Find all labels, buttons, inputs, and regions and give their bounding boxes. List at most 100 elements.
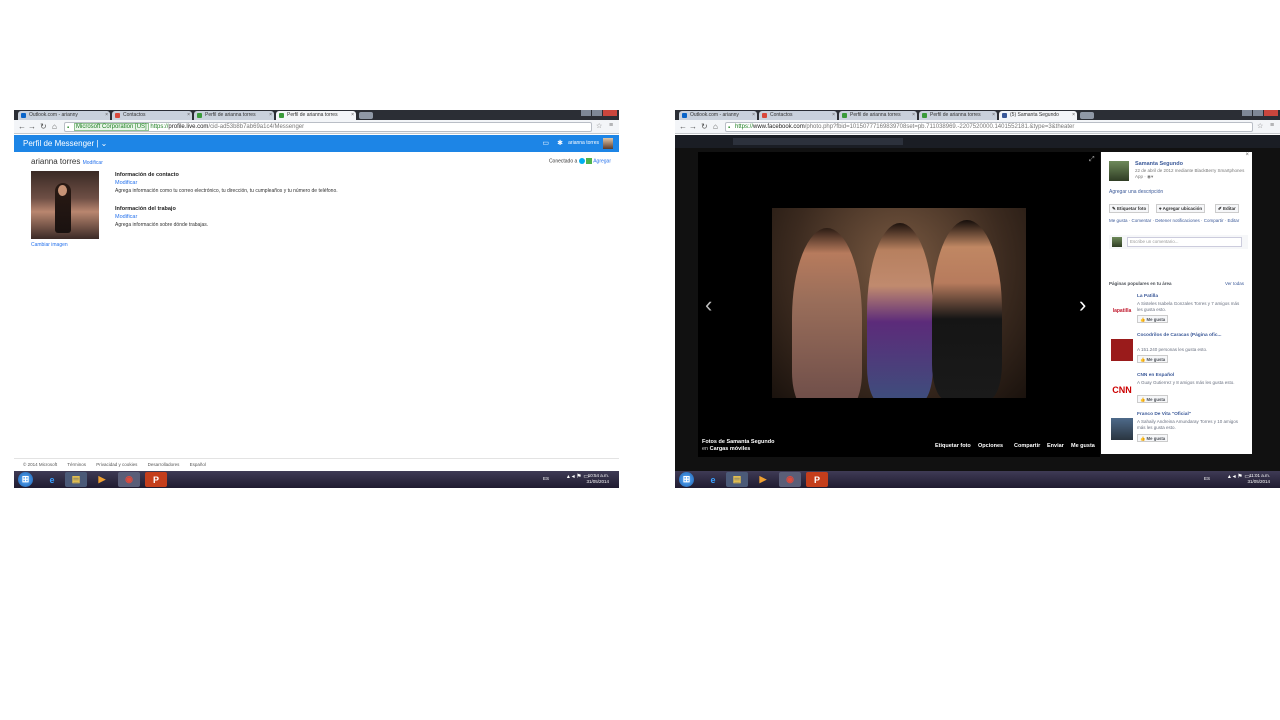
close-icon[interactable]: × [1245,152,1249,158]
powerpoint-icon[interactable]: P [806,472,828,487]
chrome-icon[interactable]: ◉ [118,472,140,487]
comment-input[interactable]: Escribe un comentario... [1127,237,1242,247]
back-icon[interactable]: ← [18,122,26,131]
close-tab-icon[interactable]: × [269,111,272,120]
address-bar[interactable]: ▪ Microsoft Corporation [US] https://prof… [64,122,592,132]
close-tab-icon[interactable]: × [1072,111,1075,120]
language-link[interactable]: Español [190,462,206,467]
language-indicator[interactable]: ES [543,476,549,482]
close-tab-icon[interactable]: × [912,111,915,120]
tab-profile-2[interactable]: Perfil de arianna torres × [919,111,997,120]
cnn-logo-icon[interactable]: CNN [1111,379,1133,401]
change-image-link[interactable]: Cambiar imagen [31,242,68,248]
see-all-link[interactable]: Ver todas [1225,281,1244,286]
close-tab-icon[interactable]: × [832,111,835,120]
lapatilla-logo-icon[interactable]: lapatilla [1111,300,1133,322]
minimize-button[interactable] [581,110,591,116]
messaging-icon[interactable]: ▭ [542,139,549,147]
forward-icon[interactable]: → [28,122,36,131]
send-action[interactable]: Enviar [1047,443,1064,449]
bookmark-star-icon[interactable]: ☆ [1257,122,1263,130]
app-title[interactable]: Perfil de Messenger | ⌄ [23,139,107,148]
new-tab-button[interactable] [359,112,373,119]
album-owner-link[interactable]: Fotos de Samanta Segundo [702,439,774,446]
page-name-link[interactable]: La Patilla [1137,294,1249,300]
share-action[interactable]: Compartir [1014,443,1040,449]
add-description-link[interactable]: Agregar una descripción [1109,189,1163,195]
menu-icon[interactable]: ≡ [609,122,613,129]
francodevita-photo-icon[interactable] [1111,418,1133,440]
page-name-link[interactable]: Franco De Vita "Oficial" [1137,412,1249,418]
media-player-icon[interactable]: ▶ [91,472,113,487]
poster-avatar[interactable] [1109,161,1129,181]
skype-icon[interactable] [578,158,585,164]
cocodrilos-logo-icon[interactable] [1111,339,1133,361]
next-photo-icon[interactable]: › [1079,292,1086,318]
close-tab-icon[interactable]: × [351,111,354,120]
close-tab-icon[interactable]: × [105,111,108,120]
tab-facebook[interactable]: (5) Samanta Segundo × [999,111,1077,120]
edit-name-link[interactable]: Modificar [83,160,103,166]
powerpoint-icon[interactable]: P [145,472,167,487]
home-icon[interactable]: ⌂ [52,122,57,131]
chrome-icon[interactable]: ◉ [779,472,801,487]
start-button[interactable]: ⊞ [18,472,33,487]
photo[interactable] [772,208,1026,398]
bookmark-star-icon[interactable]: ☆ [596,122,602,130]
work-edit-link[interactable]: Modificar [115,214,137,220]
tag-photo-action[interactable]: Etiquetar foto [935,443,971,449]
home-icon[interactable]: ⌂ [713,122,718,131]
like-page-button[interactable]: 👍 Me gusta [1137,355,1169,363]
language-indicator[interactable]: ES [1204,476,1210,482]
user-name[interactable]: arianna torres [568,140,599,146]
like-page-button[interactable]: 👍 Me gusta [1137,434,1169,442]
maximize-button[interactable] [1253,110,1263,116]
search-input[interactable] [733,138,903,145]
close-tab-icon[interactable]: × [992,111,995,120]
edit-button[interactable]: ✐ Editar [1215,204,1239,213]
close-tab-icon[interactable]: × [187,111,190,120]
tab-outlook[interactable]: Outlook.com - arianny × [679,111,757,120]
address-bar[interactable]: ▪ https://www.facebook.com/photo.php?fbid… [725,122,1253,132]
settings-gear-icon[interactable]: ✱ [557,139,563,147]
clock[interactable]: 11:01 a.m. 31/05/2014 [1247,473,1270,485]
add-service-link[interactable]: Agregar [593,158,611,164]
contact-edit-link[interactable]: Modificar [115,180,137,186]
fullscreen-icon[interactable]: ⤢ [1089,156,1095,164]
ie-icon[interactable]: e [702,472,724,487]
tab-profile-1[interactable]: Perfil de arianna torres × [194,111,274,120]
post-actions-links[interactable]: Me gusta · Comentar · Detener notificaci… [1109,218,1247,224]
explorer-icon[interactable]: ▤ [65,472,87,487]
tab-contacts[interactable]: Contactos × [759,111,837,120]
tab-profile-1[interactable]: Perfil de arianna torres × [839,111,917,120]
album-link[interactable]: Cargas móviles [710,446,751,452]
tab-contacts[interactable]: Contactos × [112,111,192,120]
ie-icon[interactable]: e [41,472,63,487]
add-location-button[interactable]: ⌖ Agregar ubicación [1156,204,1206,213]
page-name-link[interactable]: CNN en Español [1137,373,1249,379]
forward-icon[interactable]: → [689,122,697,131]
tab-outlook[interactable]: Outlook.com - arianny × [18,111,110,120]
start-button[interactable]: ⊞ [679,472,694,487]
explorer-icon[interactable]: ▤ [726,472,748,487]
avatar[interactable] [603,138,613,149]
media-player-icon[interactable]: ▶ [752,472,774,487]
maximize-button[interactable] [592,110,602,116]
options-action[interactable]: Opciones [978,443,1003,449]
like-action[interactable]: Me gusta [1071,443,1095,449]
tag-photo-button[interactable]: ✎ Etiquetar foto [1109,204,1150,213]
previous-photo-icon[interactable]: ‹ [705,292,712,318]
reload-icon[interactable]: ↻ [40,122,47,131]
reload-icon[interactable]: ↻ [701,122,708,131]
messenger-icon[interactable] [586,158,593,164]
minimize-button[interactable] [1242,110,1252,116]
like-page-button[interactable]: 👍 Me gusta [1137,315,1169,323]
back-icon[interactable]: ← [679,122,687,131]
tab-profile-2[interactable]: Perfil de arianna torres × [276,111,356,120]
poster-name[interactable]: Samanta Segundo [1135,161,1183,167]
menu-icon[interactable]: ≡ [1270,122,1274,129]
page-name-link[interactable]: Cocodrilos de Caracas (Página ofic... [1137,333,1249,339]
close-window-button[interactable] [1264,110,1278,116]
close-tab-icon[interactable]: × [752,111,755,120]
privacy-link[interactable]: Privacidad y cookies [96,462,137,467]
